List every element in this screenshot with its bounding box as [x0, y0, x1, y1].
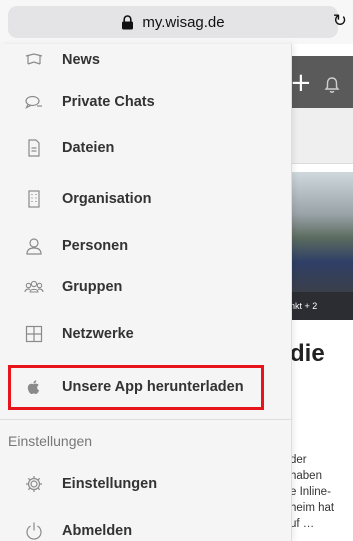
menu-item-abmelden[interactable]: Abmelden [0, 511, 292, 541]
news-icon [24, 50, 44, 70]
power-icon [24, 521, 44, 541]
lock-icon [121, 14, 134, 30]
plus-icon[interactable]: + [290, 68, 312, 98]
group-icon [24, 277, 44, 297]
menu-item-label: Personen [62, 238, 129, 254]
menu-item-gruppen[interactable]: Gruppen [0, 267, 292, 307]
file-icon [24, 138, 44, 158]
snippet-line: uf … [290, 518, 315, 530]
menu-item-label: Abmelden [62, 523, 133, 539]
menu-item-label: Private Chats [62, 94, 155, 110]
menu-item-news[interactable]: News [0, 40, 292, 80]
browser-address-bar: my.wisag.de ↻ [0, 0, 353, 44]
menu-item-label: Gruppen [62, 279, 123, 295]
reload-icon[interactable]: ↻ [333, 11, 347, 31]
side-menu-drawer: News Private Chats Dateien Organisation [0, 44, 292, 541]
menu-item-label: Dateien [62, 140, 115, 156]
gear-icon [24, 474, 44, 494]
snippet-line: der [290, 454, 307, 466]
url-field[interactable]: my.wisag.de [8, 6, 338, 38]
menu-item-private-chats[interactable]: Private Chats [0, 82, 292, 122]
menu-item-organisation[interactable]: Organisation [0, 179, 292, 219]
bell-icon[interactable] [324, 76, 340, 99]
grid-icon [24, 324, 44, 344]
chat-bubbles-icon [24, 92, 44, 112]
menu-item-label: Organisation [62, 191, 152, 207]
article-headline: die [290, 340, 325, 367]
section-divider [0, 419, 292, 420]
building-icon [24, 189, 44, 209]
menu-item-label: News [62, 52, 100, 68]
person-icon [24, 236, 44, 256]
snippet-line: haben [290, 470, 322, 482]
url-text: my.wisag.de [142, 13, 225, 31]
menu-item-einstellungen[interactable]: Einstellungen [0, 464, 292, 504]
menu-item-dateien[interactable]: Dateien [0, 128, 292, 168]
snippet-line: e Inline- [290, 486, 331, 498]
section-title-einstellungen: Einstellungen [8, 433, 93, 449]
menu-item-personen[interactable]: Personen [0, 226, 292, 266]
menu-item-label: Einstellungen [62, 476, 158, 492]
article-snippet: der haben e Inline- heim hat uf … [290, 452, 353, 532]
highlight-box [8, 365, 264, 410]
menu-item-label: Netzwerke [62, 326, 134, 342]
menu-item-netzwerke[interactable]: Netzwerke [0, 314, 292, 354]
snippet-line: heim hat [290, 502, 335, 514]
